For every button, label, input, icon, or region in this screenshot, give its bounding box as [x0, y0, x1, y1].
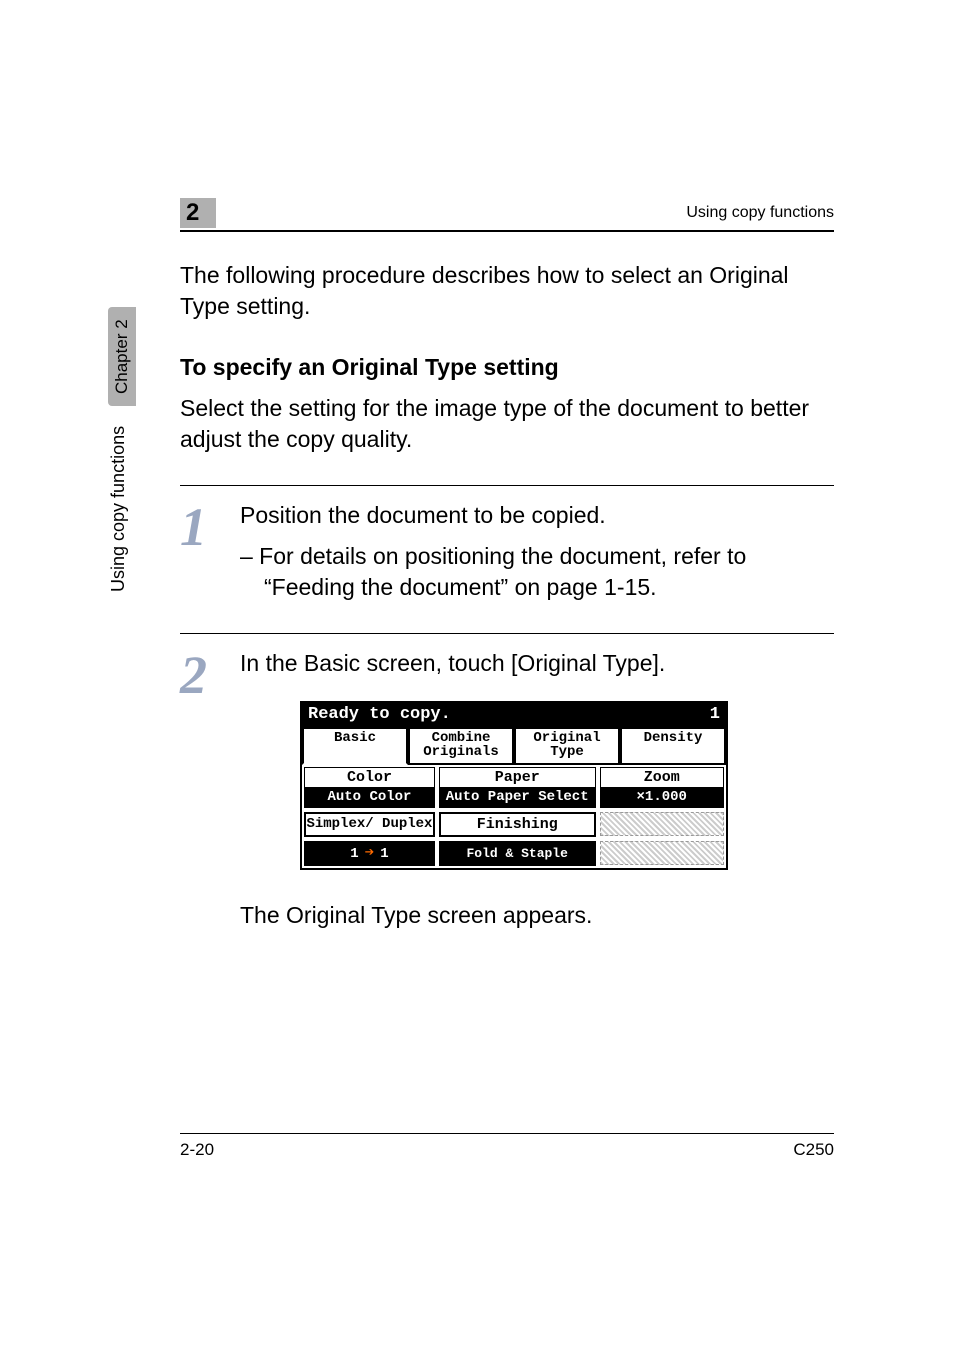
page-footer: 2-20 C250: [180, 1133, 834, 1160]
lcd-tab-basic[interactable]: Basic: [302, 727, 408, 765]
footer-page-number: 2-20: [180, 1140, 214, 1160]
lcd-duplex-value[interactable]: 1 ➔ 1: [304, 841, 435, 866]
step-2: 2 In the Basic screen, touch [Original T…: [180, 633, 834, 931]
intro-text: The following procedure describes how to…: [180, 260, 834, 322]
lcd-duplex-label[interactable]: Simplex/ Duplex: [304, 812, 435, 838]
step-number-2: 2: [180, 648, 240, 931]
lcd-screenshot: Ready to copy. 1 Basic Combine Originals…: [300, 701, 728, 870]
step-1-sub: – For details on positioning the documen…: [240, 541, 834, 603]
lcd-status-bar: Ready to copy. 1: [302, 703, 726, 727]
lcd-fold-staple-value[interactable]: Fold & Staple: [439, 841, 596, 866]
lcd-zoom-value: ×1.000: [601, 788, 724, 807]
lcd-duplex-1b: 1: [380, 847, 388, 862]
lcd-color-value: Auto Color: [305, 788, 434, 807]
lcd-paper-value: Auto Paper Select: [440, 788, 595, 807]
lcd-tab-density[interactable]: Density: [620, 727, 726, 765]
step-number-1: 1: [180, 500, 240, 603]
heading-original-type: To specify an Original Type setting: [180, 352, 834, 383]
lcd-tabs: Basic Combine Originals Original Type De…: [302, 727, 726, 765]
lcd-tab-combine[interactable]: Combine Originals: [408, 727, 514, 765]
step-1: 1 Position the document to be copied. – …: [180, 485, 834, 603]
arrow-right-icon: ➔: [365, 845, 375, 862]
page: Chapter 2 Using copy functions 2 Using c…: [0, 0, 954, 1350]
side-tab-section: Using copy functions: [108, 426, 129, 592]
lcd-paper-label: Paper: [440, 768, 595, 788]
lcd-zoom-label: Zoom: [601, 768, 724, 788]
footer-model: C250: [793, 1140, 834, 1160]
lcd-empty-cell-1: [600, 812, 725, 836]
step-2-text: In the Basic screen, touch [Original Typ…: [240, 648, 834, 679]
lcd-zoom-block[interactable]: Zoom ×1.000: [600, 767, 725, 807]
lcd-status-text: Ready to copy.: [308, 706, 451, 724]
side-tab-chapter: Chapter 2: [108, 307, 136, 406]
lcd-tab-combine-label: Combine Originals: [412, 731, 510, 759]
lcd-color-label: Color: [305, 768, 434, 788]
lcd-tab-original-type[interactable]: Original Type: [514, 727, 620, 765]
lcd-duplex-1a: 1: [350, 847, 358, 862]
lcd-finishing-button[interactable]: Finishing: [439, 812, 596, 838]
lcd-paper-block[interactable]: Paper Auto Paper Select: [439, 767, 596, 807]
page-header: 2 Using copy functions: [180, 198, 834, 232]
step-2-after: The Original Type screen appears.: [240, 900, 834, 931]
chapter-number: 2: [180, 198, 216, 228]
lead-text: Select the setting for the image type of…: [180, 393, 834, 455]
lcd-tab-original-type-label: Original Type: [518, 731, 616, 759]
lcd-count: 1: [710, 706, 720, 724]
lcd-empty-cell-2: [600, 841, 725, 865]
lcd-color-block[interactable]: Color Auto Color: [304, 767, 435, 807]
step-1-text: Position the document to be copied.: [240, 500, 834, 531]
lcd-grid: Color Auto Color Paper Auto Paper Select…: [302, 765, 726, 868]
body: The following procedure describes how to…: [180, 260, 834, 931]
running-title: Using copy functions: [686, 204, 834, 222]
